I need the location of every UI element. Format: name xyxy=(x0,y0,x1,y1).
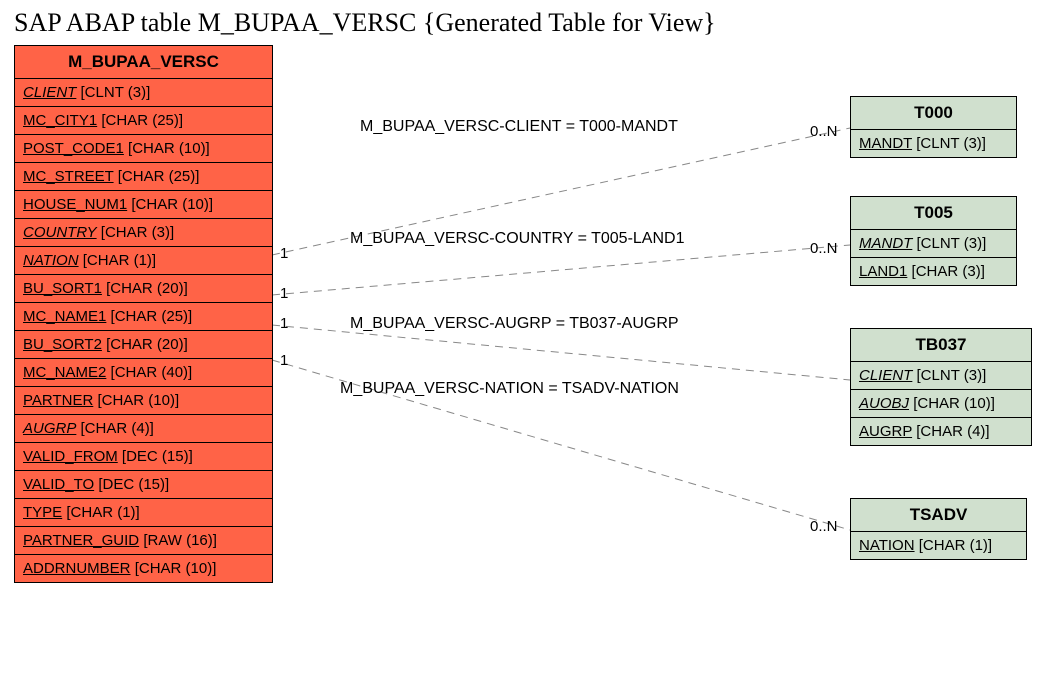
field-row: POST_CODE1 [CHAR (10)] xyxy=(15,135,272,163)
entity-main: M_BUPAA_VERSC CLIENT [CLNT (3)] MC_CITY1… xyxy=(14,45,273,583)
field-row: MANDT [CLNT (3)] xyxy=(851,230,1016,258)
card-left-0: 1 xyxy=(280,245,288,262)
field-row: PARTNER [CHAR (10)] xyxy=(15,387,272,415)
card-left-3: 1 xyxy=(280,352,288,369)
field-row: TYPE [CHAR (1)] xyxy=(15,499,272,527)
card-right-1: 0..N xyxy=(810,240,838,257)
entity-t005: T005 MANDT [CLNT (3)] LAND1 [CHAR (3)] xyxy=(850,196,1017,286)
relation-label-2: M_BUPAA_VERSC-AUGRP = TB037-AUGRP xyxy=(350,315,679,333)
field-row: COUNTRY [CHAR (3)] xyxy=(15,219,272,247)
field-row: BU_SORT1 [CHAR (20)] xyxy=(15,275,272,303)
field-row: BU_SORT2 [CHAR (20)] xyxy=(15,331,272,359)
field-row: VALID_FROM [DEC (15)] xyxy=(15,443,272,471)
field-row: LAND1 [CHAR (3)] xyxy=(851,258,1016,285)
entity-tsadv: TSADV NATION [CHAR (1)] xyxy=(850,498,1027,560)
card-left-2: 1 xyxy=(280,315,288,332)
entity-tb037: TB037 CLIENT [CLNT (3)] AUOBJ [CHAR (10)… xyxy=(850,328,1032,446)
field-row: AUOBJ [CHAR (10)] xyxy=(851,390,1031,418)
field-row: AUGRP [CHAR (4)] xyxy=(15,415,272,443)
field-row: CLIENT [CLNT (3)] xyxy=(851,362,1031,390)
field-row: MC_NAME1 [CHAR (25)] xyxy=(15,303,272,331)
entity-tb037-header: TB037 xyxy=(851,329,1031,362)
card-right-3: 0..N xyxy=(810,518,838,535)
card-left-1: 1 xyxy=(280,285,288,302)
card-right-0: 0..N xyxy=(810,123,838,140)
field-row: PARTNER_GUID [RAW (16)] xyxy=(15,527,272,555)
field-row: NATION [CHAR (1)] xyxy=(15,247,272,275)
relation-label-3: M_BUPAA_VERSC-NATION = TSADV-NATION xyxy=(340,380,679,398)
field-row: VALID_TO [DEC (15)] xyxy=(15,471,272,499)
field-row: MC_NAME2 [CHAR (40)] xyxy=(15,359,272,387)
field-row: HOUSE_NUM1 [CHAR (10)] xyxy=(15,191,272,219)
entity-t005-header: T005 xyxy=(851,197,1016,230)
entity-tsadv-header: TSADV xyxy=(851,499,1026,532)
page-title: SAP ABAP table M_BUPAA_VERSC {Generated … xyxy=(14,8,716,38)
relation-label-1: M_BUPAA_VERSC-COUNTRY = T005-LAND1 xyxy=(350,230,684,248)
field-row: MANDT [CLNT (3)] xyxy=(851,130,1016,157)
entity-main-header: M_BUPAA_VERSC xyxy=(15,46,272,79)
field-row: MC_CITY1 [CHAR (25)] xyxy=(15,107,272,135)
entity-t000-header: T000 xyxy=(851,97,1016,130)
field-row: AUGRP [CHAR (4)] xyxy=(851,418,1031,445)
relation-label-0: M_BUPAA_VERSC-CLIENT = T000-MANDT xyxy=(360,118,678,136)
entity-t000: T000 MANDT [CLNT (3)] xyxy=(850,96,1017,158)
field-row: ADDRNUMBER [CHAR (10)] xyxy=(15,555,272,582)
field-row: CLIENT [CLNT (3)] xyxy=(15,79,272,107)
field-row: NATION [CHAR (1)] xyxy=(851,532,1026,559)
field-row: MC_STREET [CHAR (25)] xyxy=(15,163,272,191)
